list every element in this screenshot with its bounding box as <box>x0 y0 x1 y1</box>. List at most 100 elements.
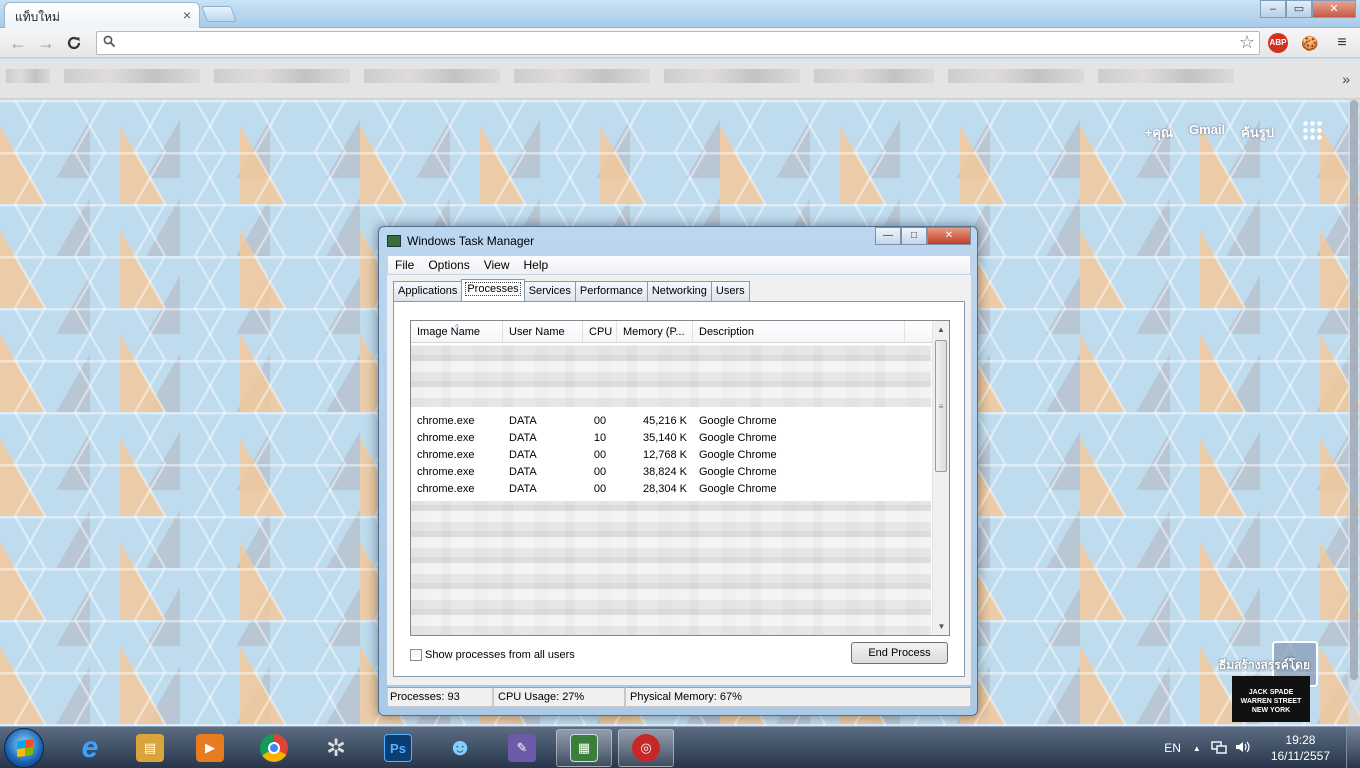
menu-help[interactable]: Help <box>517 258 556 272</box>
volume-icon[interactable] <box>1235 740 1255 757</box>
cell-description: Google Chrome <box>699 466 777 478</box>
tab-networking[interactable]: Networking <box>646 281 712 301</box>
show-desktop-button[interactable] <box>1346 727 1360 768</box>
bookmark-item[interactable] <box>948 69 1084 83</box>
bookmark-item[interactable] <box>364 69 500 83</box>
bookmark-item[interactable] <box>514 69 650 83</box>
taskbar-photoshop[interactable]: Ps <box>370 729 426 767</box>
tm-minimize-button[interactable]: — <box>875 227 901 245</box>
back-arrow-icon[interactable]: ← <box>6 32 30 54</box>
cell-cpu: 10 <box>593 432 607 444</box>
bookmarks-overflow-icon[interactable]: » <box>1342 71 1350 87</box>
cell-image: chrome.exe <box>417 432 475 444</box>
bookmark-item[interactable] <box>814 69 934 83</box>
show-all-processes[interactable]: Show processes from all users <box>410 649 575 661</box>
forward-arrow-icon[interactable]: → <box>34 32 58 54</box>
cell-cpu: 00 <box>593 483 607 495</box>
tm-maximize-button[interactable]: □ <box>901 227 927 245</box>
table-row[interactable]: chrome.exe DATA 10 35,140 K Google Chrom… <box>411 430 933 447</box>
task-manager-icon <box>387 235 401 247</box>
ntp-link-gmail[interactable]: Gmail <box>1189 122 1225 143</box>
table-row[interactable]: chrome.exe DATA 00 28,304 K Google Chrom… <box>411 481 933 498</box>
col-cpu[interactable]: CPU <box>583 321 617 342</box>
tab-close-icon[interactable]: × <box>183 7 191 23</box>
bookmark-item[interactable] <box>6 69 50 83</box>
tab-performance[interactable]: Performance <box>574 281 648 301</box>
bookmark-star-icon[interactable]: ☆ <box>1239 32 1255 53</box>
col-image-name[interactable]: ^ Image Name <box>411 321 503 342</box>
col-description[interactable]: Description <box>693 321 905 342</box>
theme-credit: ธีมสร้างสรรค์โดย <box>1218 658 1310 672</box>
scroll-up-icon[interactable]: ▲ <box>933 321 949 338</box>
tab-applications[interactable]: Applications <box>393 281 463 301</box>
show-all-checkbox[interactable] <box>410 649 422 661</box>
table-row[interactable]: chrome.exe DATA 00 38,824 K Google Chrom… <box>411 464 933 481</box>
menu-file[interactable]: File <box>388 258 421 272</box>
internet-explorer-icon: e <box>81 731 99 764</box>
tm-close-button[interactable]: ✕ <box>927 227 971 245</box>
bookmark-item[interactable] <box>1098 69 1234 83</box>
apps-grid-icon[interactable] <box>1302 120 1324 142</box>
clock[interactable]: 19:28 16/11/2557 <box>1255 732 1346 764</box>
ntp-link-images[interactable]: ค้นรูป <box>1241 122 1274 143</box>
browser-tab[interactable]: แท็บใหม่ × <box>4 2 200 28</box>
network-icon[interactable] <box>1211 740 1235 757</box>
process-list-scrollbar[interactable]: ▲ ≡ ▼ <box>932 321 949 635</box>
volume-svg <box>1235 741 1250 752</box>
scroll-down-arrow-icon[interactable]: ▼ <box>933 618 949 635</box>
theme-logo[interactable]: JACK SPADE WARREN STREET NEW YORK <box>1232 676 1310 722</box>
start-button[interactable] <box>4 728 44 768</box>
taskbar-messenger[interactable]: ☻ <box>432 729 488 767</box>
taskbar-task-manager[interactable]: ▦ <box>556 729 612 767</box>
page-scrollbar[interactable] <box>1348 100 1360 726</box>
reload-svg <box>67 36 81 50</box>
menu-view[interactable]: View <box>477 258 517 272</box>
col-user-name[interactable]: User Name <box>503 321 583 342</box>
page-scrollbar-thumb[interactable] <box>1350 100 1358 680</box>
taskbar-explorer[interactable]: ▤ <box>122 729 178 767</box>
cookie-icon[interactable]: 🍪 <box>1300 33 1320 53</box>
taskbar-chrome[interactable] <box>246 729 302 767</box>
tray-overflow-icon[interactable]: ▲ <box>1193 744 1211 753</box>
omnibox-input[interactable]: ☆ <box>96 31 1260 55</box>
cell-image: chrome.exe <box>417 449 475 461</box>
col-memory[interactable]: Memory (P... <box>617 321 693 342</box>
browser-toolbar: ← → ☆ ABP 🍪 ≡ <box>0 28 1360 58</box>
taskbar: e ▤ ▶ ✲ Ps ☻ ✎ ▦ ◎ EN ▲ 19:28 16/11/2557 <box>0 726 1360 768</box>
menu-options[interactable]: Options <box>421 258 476 272</box>
taskbar-paint-tool[interactable]: ✎ <box>494 729 550 767</box>
browser-window-controls: – ▭ ✕ <box>1260 0 1356 18</box>
reload-icon[interactable] <box>62 32 86 56</box>
adblock-plus-icon[interactable]: ABP <box>1268 33 1288 53</box>
file-explorer-icon: ▤ <box>136 734 164 762</box>
task-manager-window: Windows Task Manager — □ ✕ File Options … <box>378 226 978 716</box>
bookmarks-bar: » <box>0 59 1360 99</box>
scrollbar-thumb[interactable]: ≡ <box>935 340 947 472</box>
language-indicator[interactable]: EN <box>1152 741 1193 755</box>
taskbar-gear-app[interactable]: ✲ <box>308 729 364 767</box>
task-manager-titlebar[interactable]: Windows Task Manager <box>387 231 534 251</box>
table-row[interactable]: chrome.exe DATA 00 45,216 K Google Chrom… <box>411 413 933 430</box>
close-button[interactable]: ✕ <box>1312 0 1356 18</box>
show-all-label: Show processes from all users <box>425 649 575 661</box>
chrome-menu-icon[interactable]: ≡ <box>1332 33 1352 53</box>
bookmark-item[interactable] <box>664 69 800 83</box>
bookmark-item[interactable] <box>64 69 200 83</box>
taskbar-media-player[interactable]: ▶ <box>182 729 238 767</box>
new-tab-button[interactable] <box>201 6 237 22</box>
search-icon <box>103 35 116 51</box>
cell-image: chrome.exe <box>417 466 475 478</box>
minimize-button[interactable]: – <box>1260 0 1286 18</box>
tab-users[interactable]: Users <box>710 281 750 301</box>
tab-processes[interactable]: Processes <box>461 279 525 301</box>
restore-button[interactable]: ▭ <box>1286 0 1312 18</box>
cell-cpu: 00 <box>593 415 607 427</box>
taskbar-ie[interactable]: e <box>62 729 118 767</box>
ntp-link-plus-you[interactable]: +คุณ <box>1145 122 1173 143</box>
table-row[interactable]: chrome.exe DATA 00 12,768 K Google Chrom… <box>411 447 933 464</box>
end-process-button[interactable]: End Process <box>851 642 948 664</box>
tab-services[interactable]: Services <box>523 281 576 301</box>
taskbar-red-app[interactable]: ◎ <box>618 729 674 767</box>
process-list[interactable]: ^ Image Name User Name CPU Memory (P... … <box>410 320 950 636</box>
bookmark-item[interactable] <box>214 69 350 83</box>
